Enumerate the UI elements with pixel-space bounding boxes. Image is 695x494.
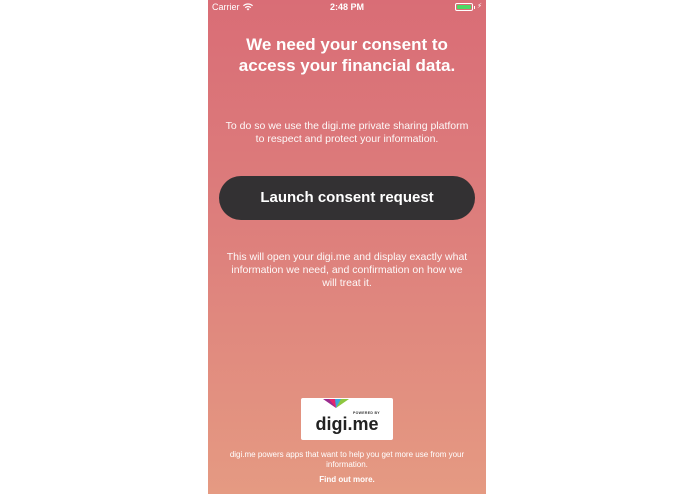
charging-bolt-icon: ⚡ [477,3,482,10]
footer-text: digi.me powers apps that want to help yo… [229,450,465,469]
digime-logo-mark-icon [323,399,349,408]
status-bar: Carrier 2:48 PM ⚡ [208,0,486,15]
battery-indicator: ⚡ [454,3,482,11]
status-time: 2:48 PM [329,2,364,12]
find-out-more-link[interactable]: Find out more. [208,475,486,484]
consent-subtext: To do so we use the digi.me private shar… [225,120,469,145]
app-screen: Carrier 2:48 PM ⚡ We need your consent t… [208,0,486,494]
battery-cap [473,5,476,9]
battery-level [456,5,471,9]
digime-wordmark: digi.me [315,414,379,434]
digime-logo: POWERED BY digi.me [301,398,393,440]
launch-consent-request-button[interactable]: Launch consent request [219,176,475,220]
battery-icon [454,3,473,11]
consent-headline: We need your consent to access your fina… [238,35,456,75]
consent-info-text: This will open your digi.me and display … [226,251,468,289]
